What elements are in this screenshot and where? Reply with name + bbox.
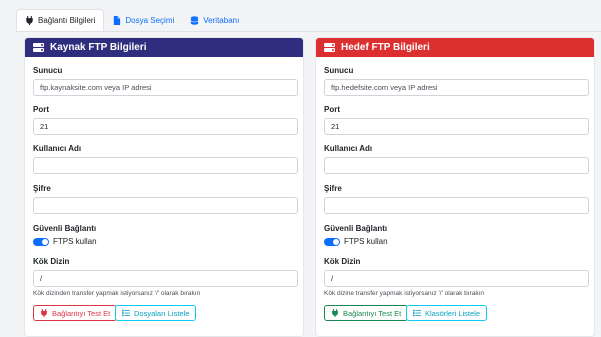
- list-icon: [122, 309, 130, 317]
- target-port-label: Port: [324, 105, 340, 114]
- server-icon: [33, 43, 44, 52]
- target-test-connection-button[interactable]: Bağlantıyı Test Et: [324, 305, 409, 321]
- target-host-label: Sunucu: [324, 66, 354, 75]
- target-username-input[interactable]: [324, 157, 589, 174]
- tab-database[interactable]: Veritabanı: [182, 10, 247, 31]
- source-ftp-card: Kaynak FTP Bilgileri Sunucu Port Kullanı…: [24, 37, 304, 337]
- source-username-label: Kullanıcı Adı: [33, 144, 82, 153]
- target-ftp-card: Hedef FTP Bilgileri Sunucu Port Kullanıc…: [315, 37, 595, 337]
- database-icon: [190, 16, 199, 25]
- source-port-label: Port: [33, 105, 49, 114]
- target-card-header: Hedef FTP Bilgileri: [316, 38, 594, 57]
- target-root-input[interactable]: [324, 270, 589, 287]
- source-root-input[interactable]: [33, 270, 298, 287]
- tab-connection-info[interactable]: Bağlantı Bilgileri: [16, 9, 105, 32]
- source-list-files-button[interactable]: Dosyaları Listele: [115, 305, 197, 321]
- source-test-connection-button[interactable]: Bağlantıyı Test Et: [33, 305, 118, 321]
- source-root-label: Kök Dizin: [33, 257, 70, 266]
- source-password-input[interactable]: [33, 197, 298, 214]
- target-list-folders-button[interactable]: Klasörleri Listele: [406, 305, 488, 321]
- target-ftps-row: FTPS kullan: [324, 237, 388, 246]
- source-username-input[interactable]: [33, 157, 298, 174]
- tab-label: Veritabanı: [203, 16, 240, 25]
- target-card-title: Hedef FTP Bilgileri: [341, 42, 430, 53]
- tab-file-selection[interactable]: Dosya Seçimi: [104, 10, 182, 31]
- target-root-label: Kök Dizin: [324, 257, 361, 266]
- target-username-label: Kullanıcı Adı: [324, 144, 373, 153]
- source-ftps-toggle[interactable]: [33, 237, 49, 246]
- source-host-input[interactable]: [33, 79, 298, 96]
- target-ftps-toggle[interactable]: [324, 237, 340, 246]
- source-secure-label: Güvenli Bağlantı: [33, 224, 97, 233]
- source-ftps-label: FTPS kullan: [53, 237, 97, 246]
- source-host-label: Sunucu: [33, 66, 63, 75]
- target-secure-label: Güvenli Bağlantı: [324, 224, 388, 233]
- tab-label: Dosya Seçimi: [125, 16, 175, 25]
- target-ftps-label: FTPS kullan: [344, 237, 388, 246]
- source-password-label: Şifre: [33, 184, 51, 193]
- target-host-input[interactable]: [324, 79, 589, 96]
- server-icon: [324, 43, 335, 52]
- plug-icon: [332, 309, 338, 317]
- source-card-title: Kaynak FTP Bilgileri: [50, 42, 147, 53]
- source-ftps-row: FTPS kullan: [33, 237, 97, 246]
- tab-label: Bağlantı Bilgileri: [38, 16, 96, 25]
- target-port-input[interactable]: [324, 118, 589, 135]
- tab-divider: [16, 31, 601, 32]
- target-password-input[interactable]: [324, 197, 589, 214]
- source-port-input[interactable]: [33, 118, 298, 135]
- tab-bar: Bağlantı Bilgileri Dosya Seçimi Veritaba…: [16, 8, 247, 32]
- file-icon: [114, 16, 121, 25]
- target-password-label: Şifre: [324, 184, 342, 193]
- list-icon: [413, 309, 421, 317]
- target-root-hint: Kök dizine transfer yapmak istiyorsanız …: [324, 290, 484, 297]
- plug-icon: [41, 309, 47, 317]
- plug-icon: [26, 16, 33, 25]
- source-root-hint: Kök dizinden transfer yapmak istiyorsanı…: [33, 290, 201, 297]
- source-card-header: Kaynak FTP Bilgileri: [25, 38, 303, 57]
